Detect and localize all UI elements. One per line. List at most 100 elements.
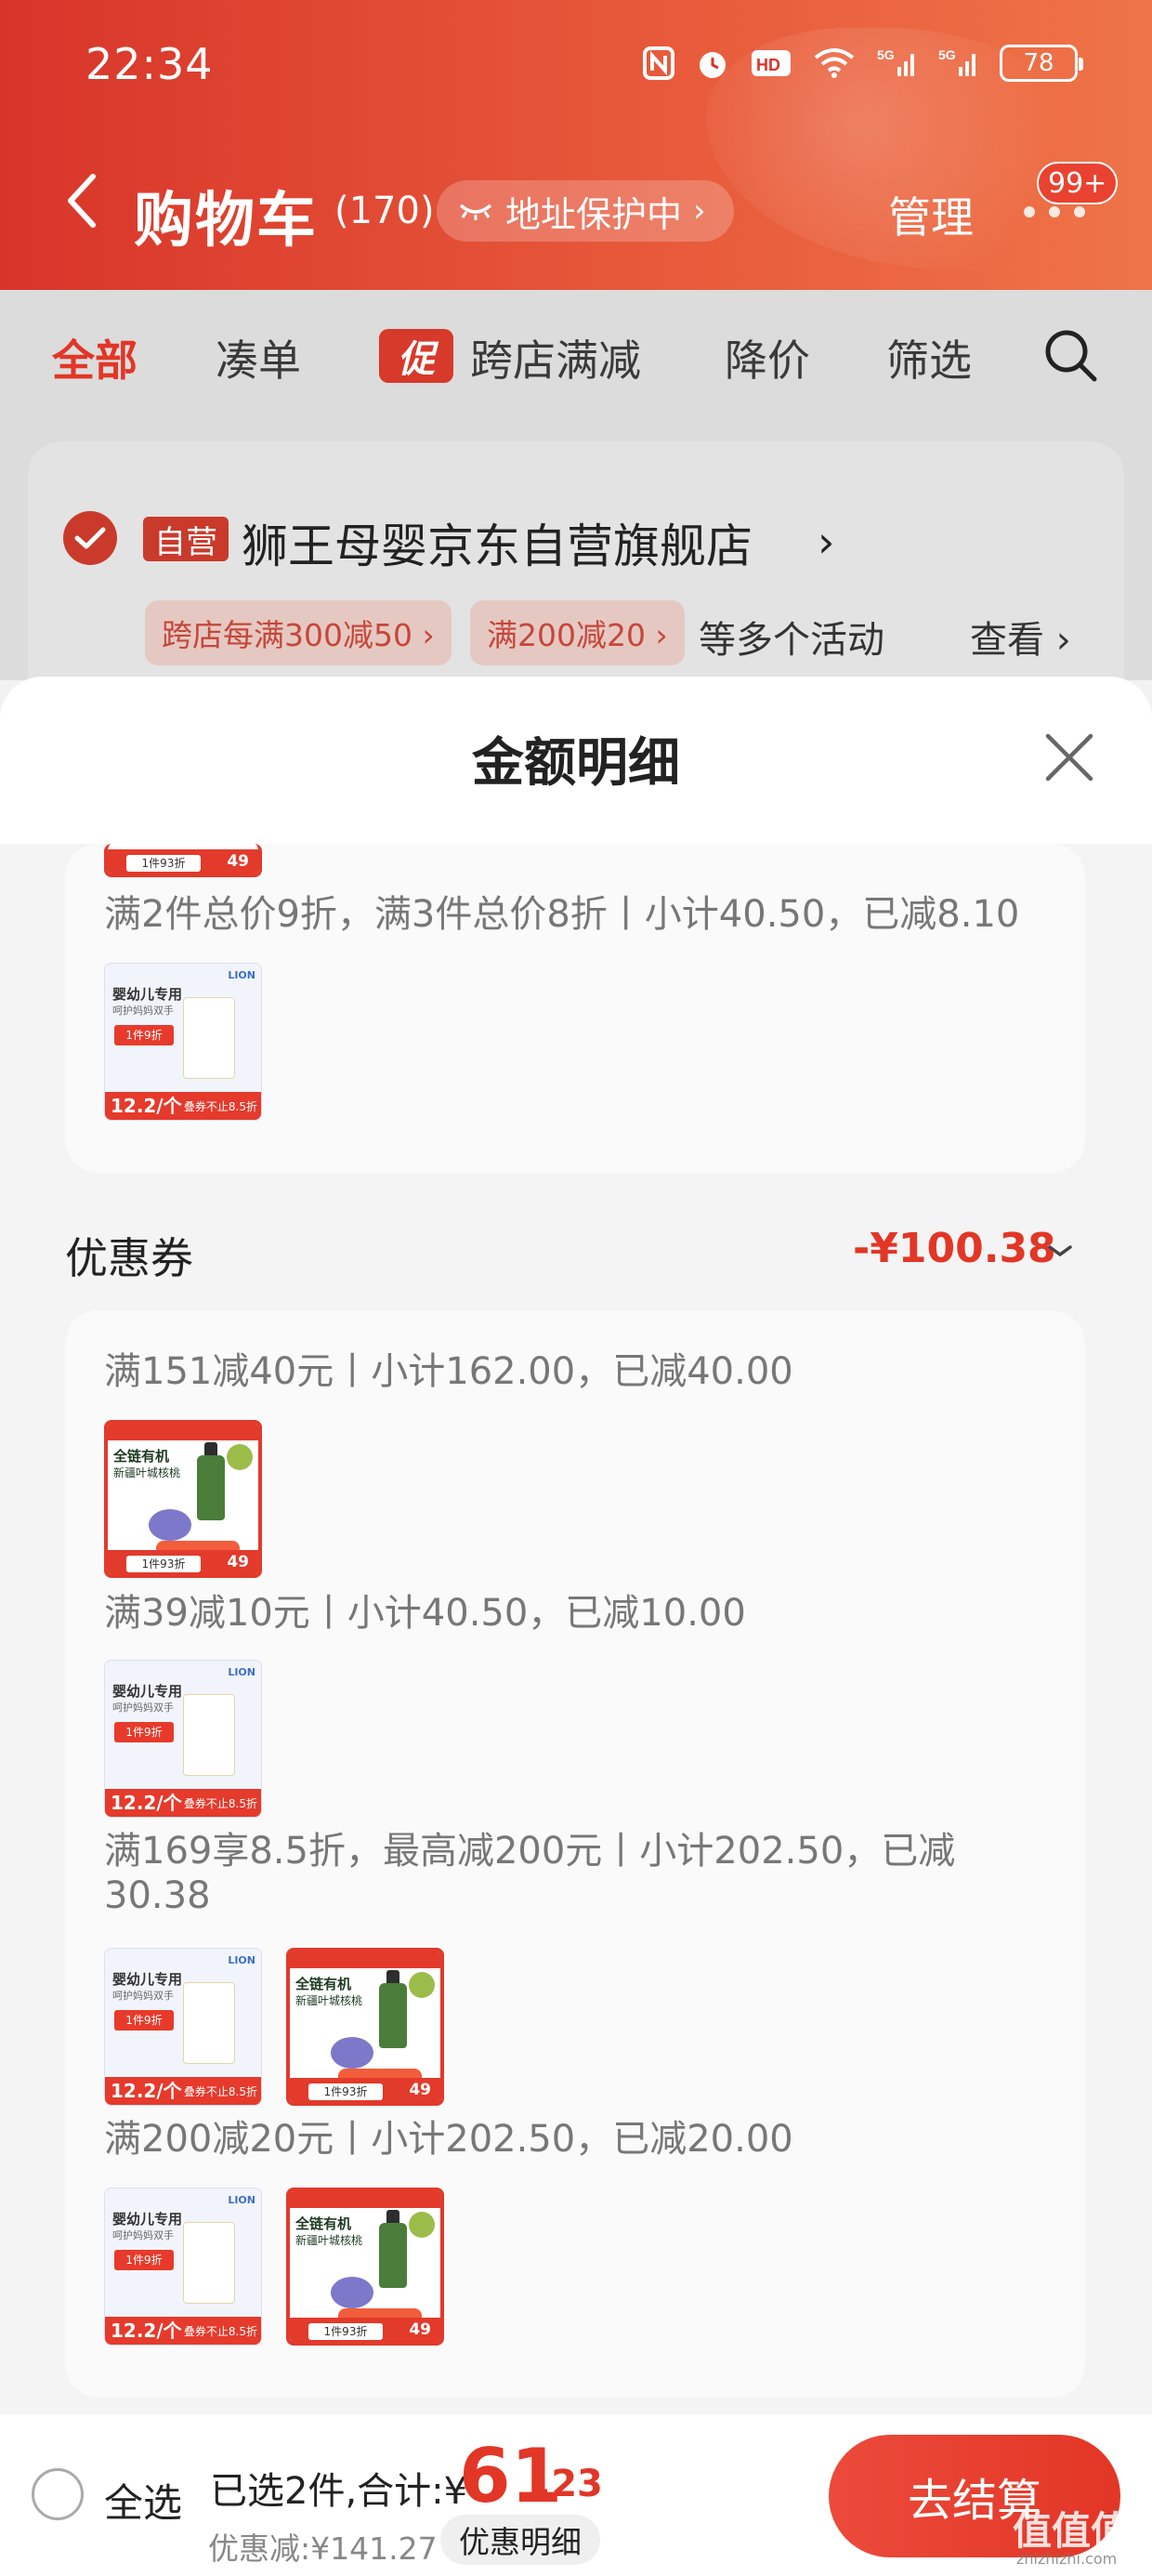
signal-5g-icon: 5G <box>877 47 914 76</box>
product-thumbnail-oil[interactable]: 全链有机 新疆叶城核桃 1件93折 49 <box>286 2188 444 2346</box>
chevron-right-icon: › <box>693 192 706 230</box>
product-thumbnail-oil[interactable]: 全链有机 新疆叶城核桃 1件93折 49 <box>286 1948 444 2106</box>
organic-badge <box>227 1444 253 1470</box>
product-subtitle: 新疆叶城核桃 <box>113 1466 181 1479</box>
thumbnail-deal: 1件93折 <box>126 1556 201 1572</box>
thumbnail-price: 49 <box>227 852 249 871</box>
watermark: 值值值 <box>1013 2508 1131 2554</box>
product-thumbnail[interactable]: 1件93折 49 <box>104 844 262 877</box>
more-activities-text: 等多个活动 <box>699 619 884 662</box>
coupon-rule: 满169享8.5折，最高减200元丨小计202.50，已减30.38 <box>104 1830 956 1917</box>
eye-closed-icon <box>459 204 492 220</box>
product-pack <box>183 1694 235 1776</box>
message-badge: 99+ <box>1037 162 1119 204</box>
promo-chip[interactable]: 满200减20 › <box>470 600 685 665</box>
address-protection-button[interactable]: 地址保护中 › <box>437 180 734 242</box>
promo-tag: 促 <box>379 329 453 383</box>
thumbnail-price: 12.2/个 <box>111 1792 182 1814</box>
close-icon[interactable] <box>1039 727 1100 788</box>
svg-text:5G: 5G <box>877 47 895 62</box>
thumbnail-price: 49 <box>409 2081 431 2099</box>
thumbnail-price: 12.2/个 <box>111 2320 182 2342</box>
manage-button[interactable]: 管理 <box>888 184 974 245</box>
store-name[interactable]: 狮王母婴京东自营旗舰店 <box>242 509 753 576</box>
battery-indicator: 78 <box>1000 45 1083 82</box>
search-icon[interactable] <box>1042 327 1100 385</box>
discount-rule: 满2件总价9折，满3件总价8折丨小计40.50，已减8.10 <box>104 893 1020 936</box>
promo-chip[interactable]: 跨店每满300减50 › <box>145 600 452 665</box>
view-activities-link[interactable]: 查看 › <box>970 610 1071 664</box>
product-subtitle: 呵护妈妈双手 <box>112 1702 174 1714</box>
coupon-rule: 满200减20元丨小计202.50，已减20.00 <box>104 2118 793 2161</box>
thumbnail-deal: 1件93折 <box>308 2323 383 2340</box>
product-deal: 1件9折 <box>114 2010 174 2031</box>
product-title: 全链有机 <box>295 1976 352 1992</box>
select-all-checkbox[interactable] <box>32 2468 84 2520</box>
brand-logo: LION <box>228 1666 255 1678</box>
hd-icon: HD <box>752 50 791 76</box>
product-title: 婴幼儿专用 <box>112 1971 183 1988</box>
organic-badge <box>409 1972 435 1998</box>
product-pack <box>183 1982 235 2064</box>
thumbnail-price: 12.2/个 <box>111 1095 182 1117</box>
filter-tabs: 全部 凑单 跨店满减 降价 筛选 <box>0 290 1152 420</box>
cart-count: (170) <box>334 190 435 232</box>
product-title: 婴幼儿专用 <box>112 2211 183 2228</box>
thumbnail-deal: 1件93折 <box>308 2083 383 2100</box>
product-deal: 1件9折 <box>114 2250 174 2270</box>
back-icon[interactable] <box>63 173 100 229</box>
product-thumbnail-oil[interactable]: 全链有机 新疆叶城核桃 1件93折 49 <box>104 1420 262 1578</box>
bottle <box>379 1983 407 2048</box>
check-icon <box>74 527 106 549</box>
svg-text:5G: 5G <box>938 47 956 62</box>
thumbnail-price: 49 <box>227 1553 249 1571</box>
product-pack <box>183 997 235 1079</box>
product-thumbnail-lion[interactable]: LION 婴幼儿专用 呵护妈妈双手 1件9折 12.2/个 叠券不止8.5折 <box>104 2188 262 2346</box>
svg-text:HD: HD <box>756 56 780 74</box>
thumbnail-coupon: 叠券不止8.5折 <box>183 2085 257 2098</box>
thumbnail-coupon: 叠券不止8.5折 <box>183 1100 257 1113</box>
select-all-label[interactable]: 全选 <box>104 2472 182 2529</box>
product-title: 婴幼儿专用 <box>112 986 183 1003</box>
signal-5g-icon: 5G <box>938 47 975 76</box>
product-title: 婴幼儿专用 <box>112 1683 183 1700</box>
coupon-rule: 满39减10元丨小计40.50，已减10.00 <box>104 1592 746 1635</box>
bottle <box>379 2223 407 2288</box>
discount-summary: 优惠减:¥141.27 <box>208 2530 438 2567</box>
thumbnail-top <box>290 1952 440 1968</box>
product-subtitle: 新疆叶城核桃 <box>295 1994 363 2007</box>
organic-badge <box>409 2212 435 2238</box>
address-protection-label: 地址保护中 <box>505 193 683 235</box>
brand-logo: LION <box>228 2194 255 2206</box>
product-subtitle: 呵护妈妈双手 <box>112 1005 174 1017</box>
chevron-right-icon: › <box>818 517 835 567</box>
coupon-section-amount[interactable]: -¥100.38 <box>853 1225 1056 1272</box>
thumbnail-top <box>108 1424 258 1440</box>
tab-filter[interactable]: 筛选 <box>886 327 972 388</box>
product-thumbnail-lion[interactable]: LION 婴幼儿专用 呵护妈妈双手 1件9折 12.2/个 叠券不止8.5折 <box>104 963 262 1121</box>
selected-summary: 已选2件,合计:¥ <box>210 2470 468 2513</box>
page-title: 购物车 <box>134 187 318 256</box>
product-title: 全链有机 <box>295 2215 352 2232</box>
product-thumbnail-lion[interactable]: LION 婴幼儿专用 呵护妈妈双手 1件9折 12.2/个 叠券不止8.5折 <box>104 1660 262 1818</box>
product-thumbnail-lion[interactable]: LION 婴幼儿专用 呵护妈妈双手 1件9折 12.2/个 叠券不止8.5折 <box>104 1948 262 2106</box>
chevron-down-icon[interactable] <box>1046 1242 1074 1260</box>
thumbnail-coupon: 叠券不止8.5折 <box>183 1797 257 1810</box>
product-title: 全链有机 <box>113 1448 170 1465</box>
tab-price-drop[interactable]: 降价 <box>725 327 810 388</box>
tab-bundle[interactable]: 凑单 <box>216 327 301 388</box>
store-checkbox[interactable] <box>63 511 117 565</box>
status-time: 22:34 <box>85 39 214 89</box>
product-subtitle: 呵护妈妈双手 <box>112 1990 174 2002</box>
discount-detail-button[interactable]: 优惠明细 <box>440 2515 600 2565</box>
tab-cross-store[interactable]: 跨店满减 <box>470 327 641 388</box>
product-subtitle: 呵护妈妈双手 <box>112 2229 174 2241</box>
flower <box>331 2037 373 2069</box>
wifi-icon <box>814 48 855 78</box>
status-icons: HD 5G 5G 78 <box>643 45 1083 82</box>
flower <box>149 1509 191 1541</box>
watermark-sub: zhizhizhi.com <box>1016 2550 1118 2568</box>
tab-all[interactable]: 全部 <box>52 327 137 388</box>
thumbnail-top <box>290 2191 440 2208</box>
self-operated-tag: 自营 <box>143 517 229 561</box>
